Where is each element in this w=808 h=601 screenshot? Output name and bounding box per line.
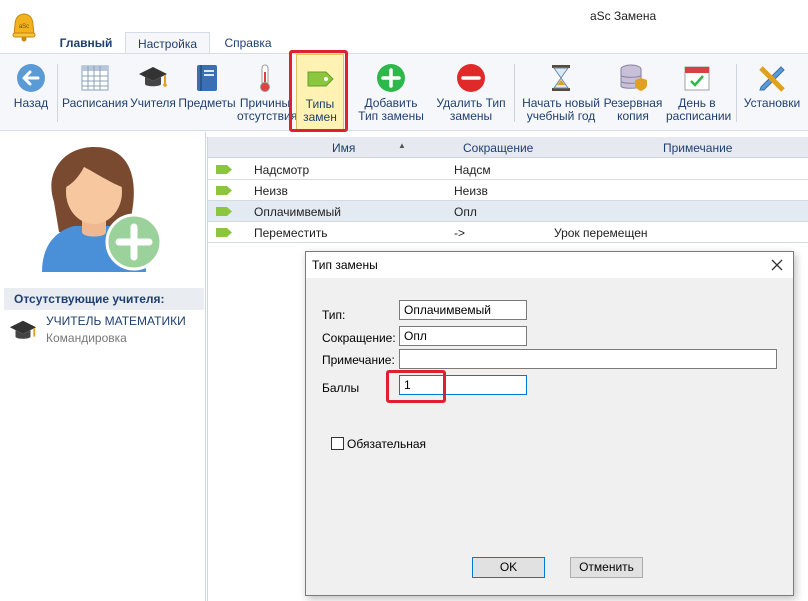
row-name: Переместить [254,226,328,240]
sort-ascending-icon: ▲ [398,141,406,150]
left-panel: Отсутствующие учителя: УЧИТЕЛЬ МАТЕМАТИК… [0,132,206,601]
add-substitution-type-button[interactable]: Добавить Тип замены [356,54,426,132]
column-header-note[interactable]: Примечание [663,141,732,155]
table-header: Имя ▲ Сокращение Примечание [208,137,808,158]
note-input[interactable] [399,349,777,369]
add-substitution-type-button-label: Добавить Тип замены [358,96,424,123]
tag-icon [216,207,232,216]
type-label: Тип: [322,308,346,322]
toolbar-separator [57,64,58,122]
absence-reasons-button[interactable]: Причины отсутствия [237,54,298,132]
dialog-title-bar: Тип замены [306,252,793,278]
toolbar-separator [736,64,737,122]
close-icon[interactable] [765,254,789,276]
row-short: -> [454,226,466,240]
tab-settings[interactable]: Настройка [125,32,210,54]
row-short: Опл [454,205,477,219]
table-row-selected[interactable]: Оплачимвемый Опл [208,201,808,222]
backup-button[interactable]: Резервная копия [603,54,663,132]
graduation-cap-icon [9,320,37,339]
note-label: Примечание: [322,353,395,367]
row-short: Неизв [454,184,488,198]
backup-button-label: Резервная копия [603,96,663,123]
preferences-button-label: Установки [743,96,801,110]
tag-icon [216,165,232,174]
teachers-button-label: Учителя [130,96,176,110]
table-row[interactable]: Неизв Неизв [208,180,808,201]
back-arrow-icon [17,64,45,92]
svg-text:aSc: aSc [19,24,29,30]
graduation-cap-icon [139,67,167,87]
absent-teacher-reason: Командировка [46,331,127,345]
row-name: Неизв [254,184,288,198]
timetables-button[interactable]: Расписания [62,54,128,132]
absence-reasons-button-label: Причины отсутствия [237,96,298,123]
new-school-year-button-label: Начать новый учебный год [522,96,600,123]
points-label: Баллы [322,381,360,395]
database-shield-icon [620,64,647,91]
tab-help[interactable]: Справка [213,32,283,54]
highlight-points-input [386,370,446,403]
absent-teachers-header: Отсутствующие учителя: [4,288,204,310]
mandatory-checkbox-label[interactable]: Обязательная [347,437,426,451]
substitution-type-dialog: Тип замены Тип: Оплачимвемый Сокращение:… [305,251,794,596]
timetables-button-label: Расписания [62,96,128,110]
delete-substitution-type-button[interactable]: Удалить Тип замены [432,54,510,132]
ribbon-toolbar: Назад Расписания Учителя Предметы Причин… [0,53,808,132]
teachers-button[interactable]: Учителя [129,54,177,132]
mandatory-checkbox[interactable] [331,437,344,450]
back-button-label: Назад [13,96,49,110]
timetable-grid-icon [81,65,109,91]
column-header-short[interactable]: Сокращение [463,141,533,155]
subjects-button[interactable]: Предметы [178,54,236,132]
day-in-timetable-button-label: День в расписании [666,96,732,123]
tab-main[interactable]: Главный [50,32,122,54]
new-school-year-button[interactable]: Начать новый учебный год [519,54,603,132]
row-name: Оплачимвемый [254,205,341,219]
day-in-timetable-button[interactable]: День в расписании [666,54,732,132]
hourglass-icon [552,65,570,91]
thermometer-icon [260,64,270,92]
highlight-substitution-types [289,50,348,132]
ribbon-tabs: Главный Настройка Справка [0,32,808,54]
row-name: Надсмотр [254,163,310,177]
add-teacher-avatar-icon[interactable] [34,142,164,272]
window-title: aSc Замена [590,9,657,23]
pencil-ruler-icon [759,66,785,92]
tag-icon [216,186,232,195]
delete-substitution-type-button-label: Удалить Тип замены [436,96,506,123]
tag-icon [216,228,232,237]
column-header-name[interactable]: Имя [332,141,355,155]
calendar-check-icon [684,66,710,91]
short-label: Сокращение: [322,331,396,345]
plus-circle-icon [377,64,405,92]
back-button[interactable]: Назад [8,54,54,132]
cancel-button[interactable]: Отменить [570,557,643,578]
type-input[interactable]: Оплачимвемый [399,300,527,320]
short-input[interactable]: Опл [399,326,527,346]
minus-circle-icon [457,64,485,92]
row-short: Надсм [454,163,491,177]
table-row[interactable]: Надсмотр Надсм [208,159,808,180]
ok-button[interactable]: OK [472,557,545,578]
title-bar: aSc aSc Замена [0,0,808,42]
preferences-button[interactable]: Установки [740,54,804,132]
absent-teacher-name[interactable]: УЧИТЕЛЬ МАТЕМАТИКИ [46,314,186,328]
subjects-button-label: Предметы [178,96,236,110]
toolbar-separator [514,64,515,122]
row-note: Урок перемещен [554,226,648,240]
table-row[interactable]: Переместить -> Урок перемещен [208,222,808,243]
dialog-title: Тип замены [312,258,378,272]
book-icon [197,65,217,91]
